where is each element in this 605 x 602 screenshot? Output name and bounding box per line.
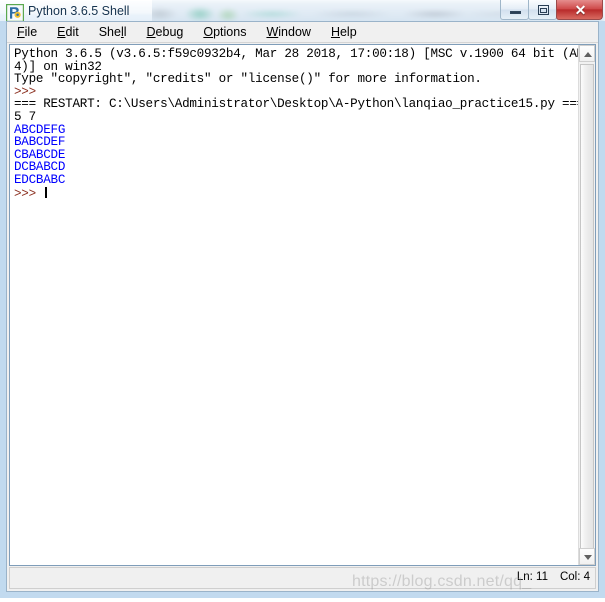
scrollbar-thumb[interactable] bbox=[580, 64, 594, 565]
menu-label: Shell bbox=[98, 25, 127, 39]
menu-label: Help bbox=[330, 25, 357, 39]
maximize-icon-inner bbox=[540, 8, 547, 13]
window-controls: ✕ bbox=[500, 0, 603, 21]
scroll-up-button[interactable] bbox=[579, 45, 595, 62]
python-shell-window: Python 3.6.5 Shell ✕ File Edit Shell Debug O… bbox=[0, 0, 605, 598]
shell-text-area-container: Python 3.6.5 (v3.6.5:f59c0932b4, Mar 28 … bbox=[9, 44, 596, 566]
shell-line: ABCDEFG bbox=[14, 122, 66, 137]
shell-line: BABCDEF bbox=[14, 135, 66, 150]
menu-label: Options bbox=[203, 25, 247, 39]
shell-line: Type "copyright", "credits" or "license(… bbox=[14, 72, 482, 87]
menu-label: File bbox=[17, 25, 38, 39]
shell-line: EDCBABC bbox=[14, 172, 66, 187]
menu-item-window[interactable]: Window bbox=[266, 22, 310, 42]
minimize-button[interactable] bbox=[500, 0, 529, 20]
close-icon: ✕ bbox=[574, 2, 587, 18]
window-client-area: File Edit Shell Debug Options Window Help Pyth… bbox=[6, 21, 599, 592]
minimize-icon bbox=[510, 11, 521, 14]
shell-line: === RESTART: C:\Users\Administrator\Desk… bbox=[14, 97, 578, 112]
shell-line: CBABCDE bbox=[14, 147, 66, 162]
menu-label: Window bbox=[266, 25, 311, 39]
prompt-symbol: >>> bbox=[14, 186, 44, 201]
menu-item-help[interactable]: Help bbox=[331, 22, 357, 42]
menu-item-shell[interactable]: Shell bbox=[99, 22, 127, 42]
maximize-button[interactable] bbox=[528, 0, 557, 20]
scroll-up-arrow-icon bbox=[584, 52, 592, 57]
shell-line: DCBABCD bbox=[14, 160, 66, 175]
shell-output-text[interactable]: Python 3.6.5 (v3.6.5:f59c0932b4, Mar 28 … bbox=[10, 45, 578, 565]
window-title: Python 3.6.5 Shell bbox=[28, 4, 130, 18]
python-idle-icon bbox=[5, 3, 25, 23]
scroll-down-arrow-icon bbox=[584, 555, 592, 560]
status-line-number: Ln: 11 bbox=[516, 571, 548, 583]
menu-item-edit[interactable]: Edit bbox=[57, 22, 79, 42]
shell-line: 5 7 bbox=[14, 109, 36, 124]
menu-label: Edit bbox=[57, 25, 79, 39]
statusbar: Ln: 11 Col: 4 bbox=[9, 567, 596, 589]
shell-line: Python 3.6.5 (v3.6.5:f59c0932b4, Mar 28 … bbox=[14, 47, 578, 61]
menubar: File Edit Shell Debug Options Window Help bbox=[7, 22, 598, 43]
shell-prompt-line[interactable]: >>> bbox=[14, 186, 578, 201]
menu-item-file[interactable]: File bbox=[17, 22, 37, 42]
window-frame: File Edit Shell Debug Options Window Help Pyth… bbox=[0, 21, 605, 598]
vertical-scrollbar[interactable] bbox=[578, 45, 595, 565]
menu-label: Debug bbox=[146, 25, 184, 39]
status-column-number: Col: 4 bbox=[559, 571, 590, 583]
close-button[interactable]: ✕ bbox=[556, 0, 603, 20]
scroll-down-button[interactable] bbox=[579, 548, 595, 565]
text-caret bbox=[45, 186, 48, 198]
menu-item-debug[interactable]: Debug bbox=[147, 22, 184, 42]
menu-item-options[interactable]: Options bbox=[203, 22, 246, 42]
